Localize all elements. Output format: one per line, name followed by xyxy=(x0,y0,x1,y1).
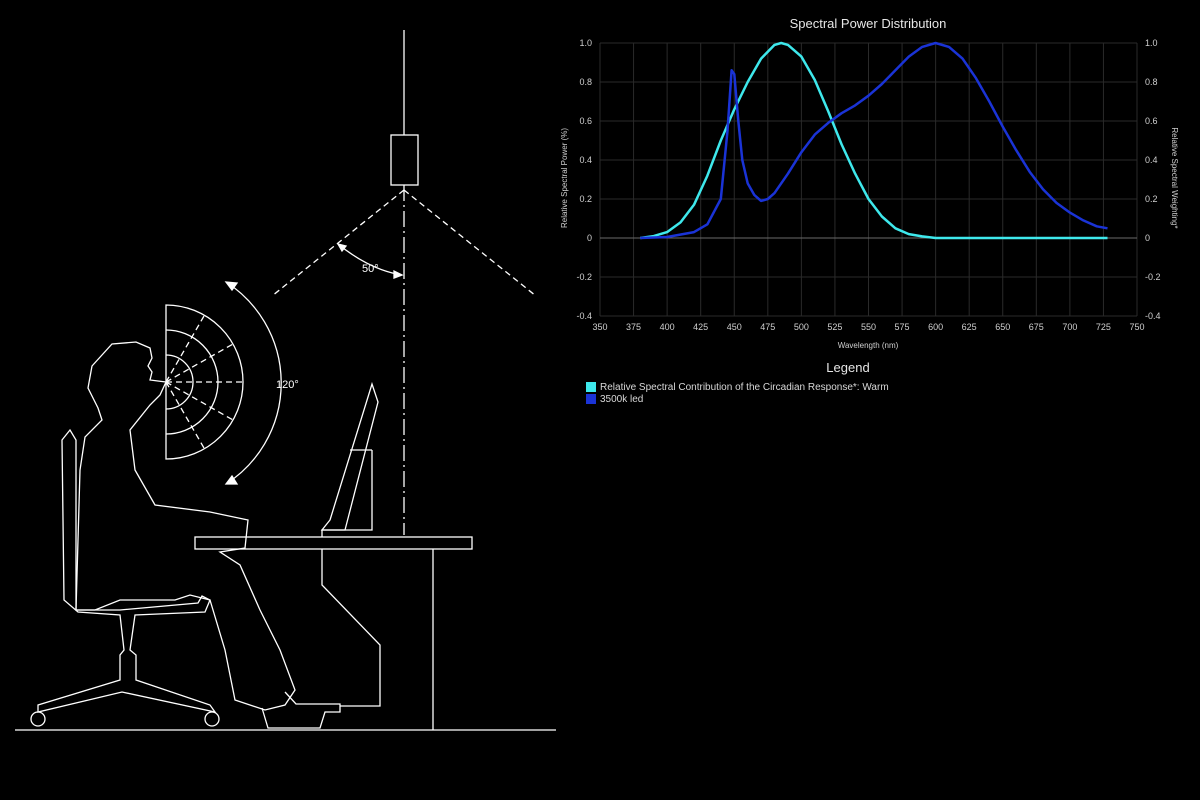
legend-swatch-led xyxy=(586,394,596,404)
x-axis-label: Wavelength (nm) xyxy=(838,341,899,350)
y-tick-label-right: 0.8 xyxy=(1145,77,1158,87)
chart-grid xyxy=(599,42,1138,317)
x-tick-label: 750 xyxy=(1129,322,1144,332)
y-tick-label-right: 0.2 xyxy=(1145,194,1158,204)
chart-legend: Legend Relative Spectral Contribution of… xyxy=(586,360,1146,405)
y-tick-label-right: -0.2 xyxy=(1145,272,1161,282)
x-tick-label: 650 xyxy=(995,322,1010,332)
x-tick-label: 400 xyxy=(660,322,675,332)
y-tick-label-right: 0.4 xyxy=(1145,155,1158,165)
legend-label-circadian: Relative Spectral Contribution of the Ci… xyxy=(600,381,889,393)
y-tick-label-right: -0.4 xyxy=(1145,311,1161,321)
y-tick-label-left: -0.2 xyxy=(576,272,592,282)
y-tick-label-right: 1.0 xyxy=(1145,38,1158,48)
y-tick-label-left: 0.8 xyxy=(579,77,592,87)
y-tick-label-left: 0.2 xyxy=(579,194,592,204)
x-tick-label: 725 xyxy=(1096,322,1111,332)
y-axis-label-right: Relative Spectral Weighting* xyxy=(1170,127,1179,228)
y-tick-label-left: 1.0 xyxy=(579,38,592,48)
y-tick-label-right: 0 xyxy=(1145,233,1150,243)
x-tick-label: 350 xyxy=(592,322,607,332)
x-tick-label: 475 xyxy=(760,322,775,332)
chart-title: Spectral Power Distribution xyxy=(790,16,947,31)
x-tick-label: 525 xyxy=(827,322,842,332)
x-tick-label: 675 xyxy=(1029,322,1044,332)
series-line-3500k-led xyxy=(640,41,1108,240)
y-tick-label-left: 0.4 xyxy=(579,155,592,165)
x-tick-label: 625 xyxy=(962,322,977,332)
x-tick-label: 575 xyxy=(895,322,910,332)
x-tick-label: 375 xyxy=(626,322,641,332)
legend-item-circadian[interactable]: Relative Spectral Contribution of the Ci… xyxy=(586,381,1146,393)
legend-title: Legend xyxy=(826,360,870,375)
legend-label-led: 3500k led xyxy=(600,393,644,405)
legend-swatch-circadian xyxy=(586,382,596,392)
x-tick-label: 500 xyxy=(794,322,809,332)
x-tick-label: 450 xyxy=(727,322,742,332)
x-tick-label: 700 xyxy=(1062,322,1077,332)
y-tick-label-left: 0.6 xyxy=(579,116,592,126)
chart-series xyxy=(640,41,1108,240)
legend-item-led[interactable]: 3500k led xyxy=(586,393,1146,405)
x-tick-label: 425 xyxy=(693,322,708,332)
x-tick-labels: 350 375 400 425 450 475 500 525 550 575 600 625 650 6… xyxy=(592,322,1144,332)
x-tick-label: 550 xyxy=(861,322,876,332)
series-line-circadian xyxy=(640,41,1108,240)
x-tick-label: 600 xyxy=(928,322,943,332)
y-tick-label-left: 0 xyxy=(587,233,592,243)
y-tick-label-right: 0.6 xyxy=(1145,116,1158,126)
y-axis-label-left: Relative Spectral Power (%) xyxy=(560,128,569,228)
y-tick-label-left: -0.4 xyxy=(576,311,592,321)
